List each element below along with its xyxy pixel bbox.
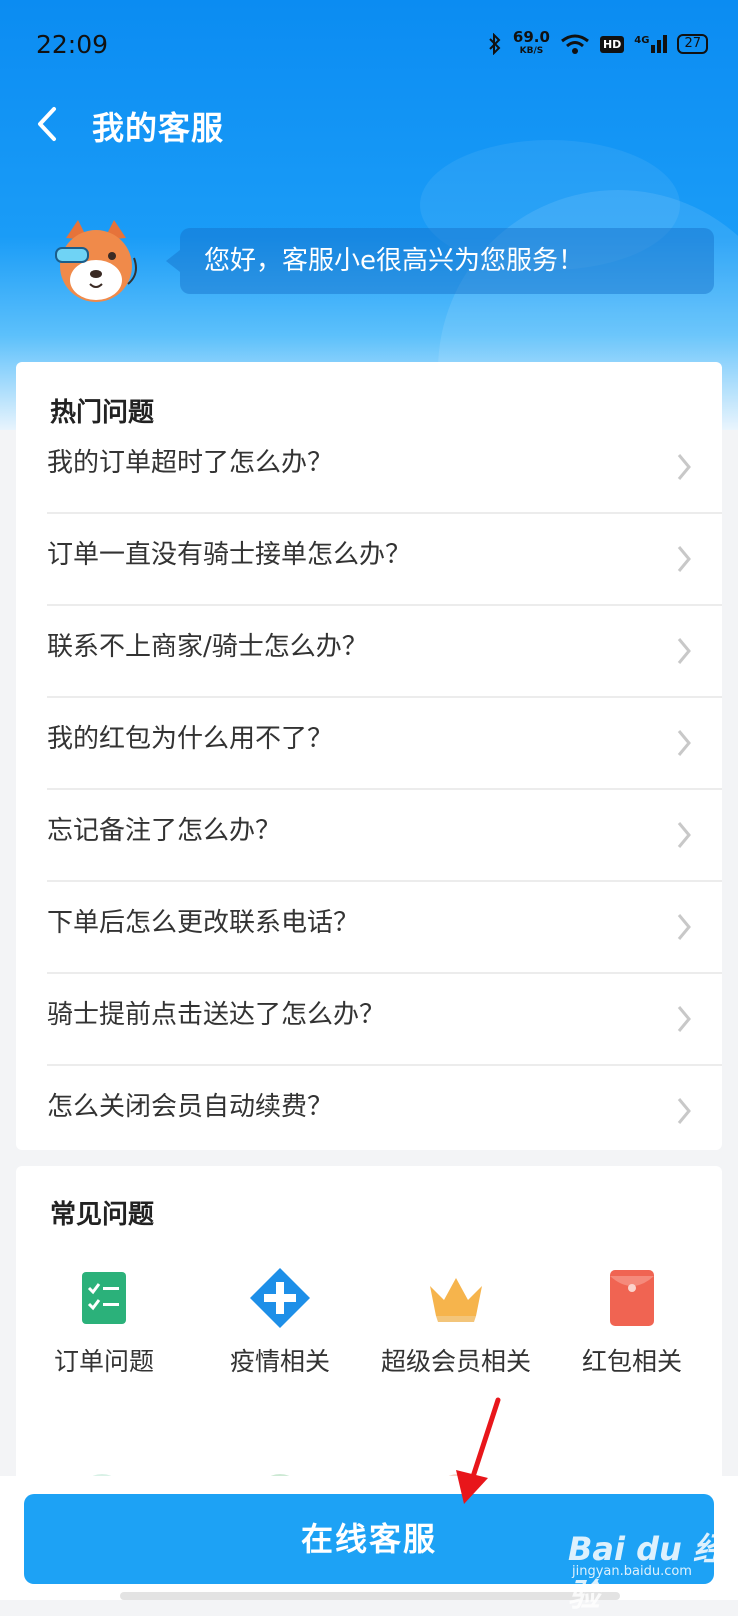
page-title: 我的客服 — [92, 109, 225, 147]
chevron-right-icon — [677, 822, 691, 848]
category-grid: 订单问题 疫情相关 超级会员相关 红包相关 — [16, 1266, 722, 1378]
question-item[interactable]: 我的订单超时了怎么办？ — [47, 422, 722, 514]
question-text: 怎么关闭会员自动续费？ — [47, 1092, 334, 1122]
net-speed-unit: KB/S — [519, 46, 544, 56]
category-order[interactable]: 订单问题 — [16, 1266, 192, 1378]
mascot-avatar — [55, 220, 137, 302]
common-questions-card: 常见问题 订单问题 疫情相关 超级会员相关 红包相关 — [16, 1166, 722, 1496]
question-text: 我的订单超时了怎么办？ — [47, 448, 334, 478]
question-item[interactable]: 我的红包为什么用不了？ — [47, 698, 722, 790]
question-item[interactable]: 骑士提前点击送达了怎么办？ — [47, 974, 722, 1066]
watermark-url: jingyan.baidu.com — [572, 1564, 692, 1579]
question-text: 骑士提前点击送达了怎么办？ — [47, 1000, 386, 1030]
status-time: 22:09 — [36, 30, 109, 59]
chevron-right-icon — [677, 546, 691, 572]
home-indicator — [120, 1592, 620, 1600]
battery-icon: 27 — [677, 34, 708, 54]
bluetooth-icon — [489, 33, 501, 55]
question-item[interactable]: 订单一直没有骑士接单怎么办？ — [47, 514, 722, 606]
status-bar: 22:09 69.0 KB/S HD 4G 27 — [0, 0, 738, 90]
hd-badge: HD — [599, 35, 625, 53]
nav-bar: 我的客服 — [0, 95, 738, 155]
hot-questions-card: 热门问题 我的订单超时了怎么办？ 订单一直没有骑士接单怎么办？ 联系不上商家/骑… — [16, 362, 722, 1150]
category-red-envelope[interactable]: 红包相关 — [544, 1266, 720, 1378]
chevron-right-icon — [677, 914, 691, 940]
crown-icon — [430, 1278, 482, 1322]
question-item[interactable]: 怎么关闭会员自动续费？ — [47, 1066, 722, 1156]
order-list-icon — [82, 1272, 126, 1324]
signal-icon: 4G — [634, 35, 668, 53]
greeting-bubble: 您好，客服小e很高兴为您服务！ — [166, 228, 714, 294]
category-label: 疫情相关 — [229, 1347, 330, 1376]
question-text: 联系不上商家/骑士怎么办？ — [47, 632, 368, 662]
chevron-right-icon — [677, 638, 691, 664]
net-speed-value: 69.0 — [512, 28, 550, 46]
category-epidemic[interactable]: 疫情相关 — [192, 1266, 368, 1378]
category-label: 超级会员相关 — [380, 1347, 531, 1376]
category-label: 红包相关 — [581, 1347, 682, 1376]
chevron-right-icon — [677, 730, 691, 756]
medical-cross-icon — [250, 1268, 310, 1328]
category-super-member[interactable]: 超级会员相关 — [368, 1266, 544, 1378]
question-text: 下单后怎么更改联系电话？ — [47, 908, 360, 938]
red-envelope-icon — [610, 1270, 654, 1326]
annotation-arrow-icon — [456, 1397, 501, 1504]
chevron-left-icon[interactable] — [28, 101, 68, 147]
question-text: 忘记备注了怎么办？ — [47, 816, 282, 846]
common-questions-title: 常见问题 — [50, 1200, 155, 1230]
baidu-watermark: Bai du 经验 jingyan.baidu.com — [560, 1520, 730, 1614]
wifi-icon — [561, 34, 589, 54]
question-text: 我的红包为什么用不了？ — [47, 724, 334, 754]
question-text: 订单一直没有骑士接单怎么办？ — [47, 540, 412, 570]
question-item[interactable]: 联系不上商家/骑士怎么办？ — [47, 606, 722, 698]
question-item[interactable]: 下单后怎么更改联系电话？ — [47, 882, 722, 974]
chevron-right-icon — [677, 1098, 691, 1124]
status-icons: 69.0 KB/S HD 4G 27 — [487, 30, 708, 58]
chevron-right-icon — [677, 1006, 691, 1032]
hot-questions-list: 我的订单超时了怎么办？ 订单一直没有骑士接单怎么办？ 联系不上商家/骑士怎么办？… — [16, 422, 722, 1156]
signal-label: 4G — [634, 35, 650, 46]
question-item[interactable]: 忘记备注了怎么办？ — [47, 790, 722, 882]
chevron-right-icon — [677, 454, 691, 480]
category-label: 订单问题 — [53, 1347, 154, 1376]
net-speed: 69.0 KB/S — [513, 30, 550, 58]
